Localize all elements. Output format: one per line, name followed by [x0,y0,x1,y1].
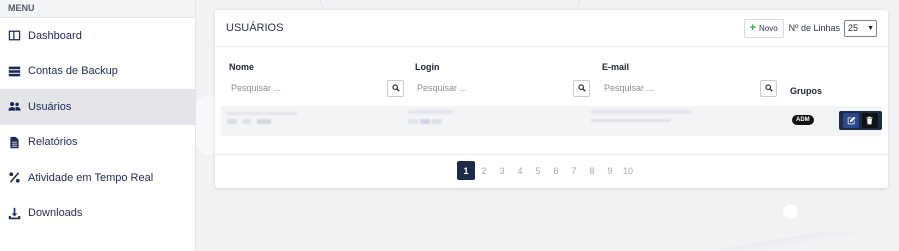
trash-icon [866,116,873,125]
sidebar: MENU Dashboard Contas de Backup Usuários… [0,0,196,251]
sidebar-item-relatorios[interactable]: Relatórios [0,125,195,161]
sidebar-item-atividade-em-tempo-real[interactable]: Atividade em Tempo Real [0,160,195,196]
search-login-input[interactable]: Pesquisar ... [415,78,573,98]
column-header-login: Login [415,62,440,72]
redacted-email [591,110,691,114]
page-9[interactable]: 9 [601,161,619,180]
background-stripe [690,232,899,251]
delete-button[interactable] [861,113,878,128]
search-nome-input[interactable]: Pesquisar ... [229,78,387,98]
sidebar-item-label: Dashboard [28,29,82,42]
redacted-login [408,110,453,114]
rows-per-page-select[interactable]: 25 ▼ [844,19,877,37]
redacted-login [432,119,442,124]
file-icon [8,136,21,149]
column-header-nome: Nome [229,62,255,72]
chevron-down-icon: ▼ [867,24,874,32]
group-badge: ADM [792,115,814,125]
sidebar-item-usuarios[interactable]: Usuários [0,89,195,125]
table-row[interactable]: ADM [221,106,882,136]
sidebar-item-label: Usuários [28,100,72,113]
search-icon [764,84,773,92]
redacted-email [591,119,671,122]
rows-per-page-value: 25 [848,23,859,33]
percent-icon [8,171,21,184]
redacted-login [420,119,430,124]
sidebar-item-dashboard[interactable]: Dashboard [0,18,195,54]
sidebar-item-label: Atividade em Tempo Real [28,171,154,184]
page-10[interactable]: 10 [619,161,637,180]
column-header-email: E-mail [602,62,630,72]
menu-title: MENU [0,0,195,18]
search-login: Pesquisar ... [415,78,590,98]
server-icon [8,65,21,78]
background-dot [783,204,798,219]
row-actions [839,111,882,130]
page-2[interactable]: 2 [475,161,493,180]
columns-icon [8,29,21,42]
search-icon [577,84,586,92]
search-nome-button[interactable] [387,79,404,97]
pagination: 1 2 3 4 5 6 7 8 9 10 [457,161,637,180]
edit-icon [847,116,856,125]
table-header: Nome Pesquisar ... Login Pesquisar ... E… [215,47,888,115]
users-card: USUÁRIOS + Novo Nº de Linhas 25 ▼ Nome P… [215,10,888,188]
redacted-name [257,119,271,124]
download-icon [8,207,21,220]
sidebar-item-contas-de-backup[interactable]: Contas de Backup [0,54,195,90]
search-email: Pesquisar ... [602,78,777,98]
search-email-input[interactable]: Pesquisar ... [602,78,760,98]
page-1[interactable]: 1 [457,161,475,180]
page-7[interactable]: 7 [565,161,583,180]
sidebar-item-label: Contas de Backup [28,65,118,78]
plus-icon: + [749,22,756,34]
search-email-button[interactable] [760,79,777,97]
page-8[interactable]: 8 [583,161,601,180]
search-icon [391,84,400,92]
sidebar-item-label: Downloads [28,207,83,220]
page-5[interactable]: 5 [529,161,547,180]
new-user-button-label: Novo [758,23,778,33]
page-6[interactable]: 6 [547,161,565,180]
redacted-name [227,112,297,115]
sidebar-item-label: Relatórios [28,136,78,149]
page-title: USUÁRIOS [226,22,284,34]
users-icon [8,100,21,113]
new-user-button[interactable]: + Novo [743,18,784,38]
page-4[interactable]: 4 [511,161,529,180]
search-login-button[interactable] [573,79,590,97]
search-nome: Pesquisar ... [229,78,404,98]
divider [215,154,888,155]
card-header: USUÁRIOS + Novo Nº de Linhas 25 ▼ [215,10,888,47]
rows-per-page-label: Nº de Linhas [788,23,840,33]
redacted-login [408,119,418,124]
edit-button[interactable] [843,113,860,128]
column-header-grupos: Grupos [790,86,823,96]
page-3[interactable]: 3 [493,161,511,180]
redacted-name [243,119,251,124]
sidebar-item-downloads[interactable]: Downloads [0,196,195,232]
redacted-name [227,119,237,124]
